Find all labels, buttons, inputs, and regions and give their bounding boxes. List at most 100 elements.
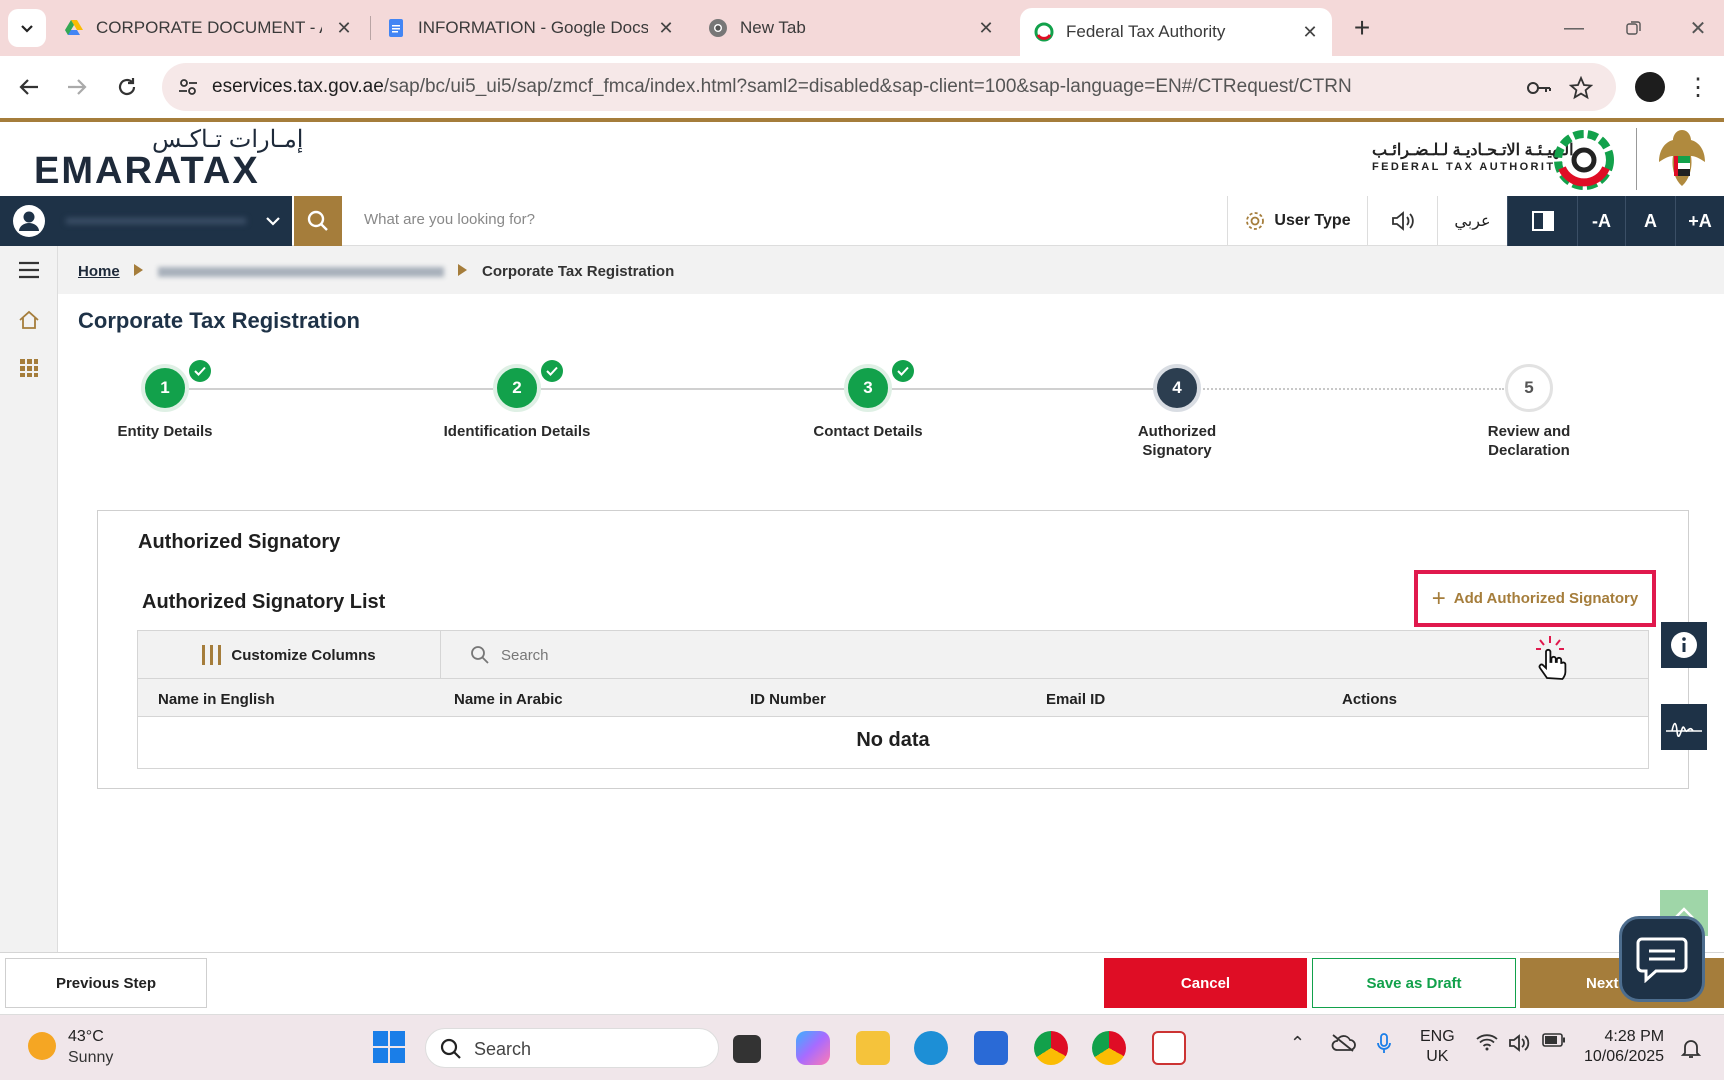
profile-avatar[interactable]	[1635, 72, 1665, 102]
tab-federal-tax-authority[interactable]: Federal Tax Authority ✕	[1020, 8, 1332, 56]
arabic-language-button[interactable]: عربي	[1437, 196, 1507, 246]
forward-button[interactable]	[60, 70, 94, 104]
rail-home-button[interactable]	[0, 298, 58, 342]
tab-new-tab[interactable]: New Tab ✕	[708, 10, 998, 46]
notification-bell-icon[interactable]	[1680, 1037, 1702, 1059]
close-tab-icon[interactable]: ✕	[332, 16, 356, 40]
step-number: 4	[1153, 364, 1201, 412]
chevron-down-icon	[21, 25, 33, 33]
breadcrumb: Home Corporate Tax Registration	[58, 246, 1724, 294]
cloud-offline-icon[interactable]	[1330, 1033, 1356, 1053]
font-decrease-button[interactable]: -A	[1577, 196, 1625, 246]
page-title: Corporate Tax Registration	[78, 308, 360, 333]
tab-search-button[interactable]	[8, 9, 46, 47]
site-search-button[interactable]	[294, 196, 342, 246]
chat-bubble-icon	[1636, 937, 1688, 983]
contrast-icon	[1531, 211, 1554, 231]
contrast-toggle[interactable]	[1507, 196, 1577, 246]
snipping-tool-icon[interactable]	[1152, 1031, 1186, 1065]
step-review-declaration[interactable]: 5 Review and Declaration	[1471, 364, 1587, 460]
info-side-button[interactable]	[1661, 622, 1707, 668]
step-label: Review and Declaration	[1487, 423, 1571, 459]
file-explorer-icon[interactable]	[856, 1031, 890, 1065]
site-search-input[interactable]: What are you looking for?	[364, 211, 535, 228]
task-view-icon[interactable]	[733, 1035, 761, 1063]
microphone-icon[interactable]	[1376, 1033, 1392, 1055]
reload-icon	[118, 78, 136, 96]
windows-start-icon[interactable]	[373, 1031, 405, 1063]
registration-stepper: 1 Entity Details 2 Identification Detail…	[58, 356, 1724, 476]
input-language-indicator[interactable]: ENG UK	[1420, 1027, 1455, 1067]
user-type-button[interactable]: User Type	[1227, 196, 1367, 246]
step-label: Authorized Signatory	[1137, 423, 1217, 459]
weather-temperature[interactable]: 43°C	[68, 1028, 104, 1046]
new-tab-button[interactable]: +	[1346, 12, 1378, 44]
show-hidden-icons-icon[interactable]: ⌃	[1290, 1033, 1305, 1054]
breadcrumb-separator-icon	[134, 264, 143, 276]
weather-condition[interactable]: Sunny	[68, 1049, 113, 1067]
hamburger-menu-button[interactable]	[0, 248, 58, 292]
previous-step-button[interactable]: Previous Step	[5, 958, 207, 1008]
back-button[interactable]	[12, 70, 46, 104]
step-authorized-signatory[interactable]: 4 Authorized Signatory	[1119, 364, 1235, 460]
reload-button[interactable]	[110, 70, 144, 104]
browser-menu-icon[interactable]: ⋮	[1686, 72, 1710, 102]
table-search-input[interactable]: Search	[501, 647, 549, 664]
left-rail	[0, 246, 58, 952]
info-icon	[1671, 632, 1697, 658]
system-clock[interactable]: 4:28 PM 10/06/2025	[1584, 1027, 1664, 1067]
edge-browser-icon[interactable]	[914, 1031, 948, 1065]
column-header[interactable]: Email ID	[1046, 691, 1105, 708]
wifi-icon[interactable]	[1476, 1033, 1498, 1051]
search-icon	[440, 1038, 461, 1059]
tab-corporate-document[interactable]: CORPORATE DOCUMENT - Acc ✕	[64, 10, 356, 46]
battery-icon[interactable]	[1542, 1033, 1566, 1047]
taskbar-search[interactable]: Search	[425, 1028, 719, 1068]
cancel-button[interactable]: Cancel	[1104, 958, 1307, 1008]
microsoft-store-icon[interactable]	[974, 1031, 1008, 1065]
authorized-signatory-panel: Authorized Signatory Authorized Signator…	[97, 510, 1689, 789]
signature-side-button[interactable]	[1661, 704, 1707, 750]
chrome-app-icon[interactable]	[1034, 1031, 1068, 1065]
address-bar[interactable]: eservices.tax.gov.ae/sap/bc/ui5_ui5/sap/…	[162, 63, 1616, 111]
step-contact-details[interactable]: 3 Contact Details	[768, 360, 968, 441]
close-tab-icon[interactable]: ✕	[974, 16, 998, 40]
user-menu[interactable]	[0, 196, 292, 246]
text-to-speech-button[interactable]	[1367, 196, 1437, 246]
table-header-row: Name in English Name in Arabic ID Number…	[138, 679, 1648, 717]
add-authorized-signatory-button[interactable]: + Add Authorized Signatory	[1414, 570, 1656, 627]
bookmark-star-icon[interactable]	[1568, 75, 1594, 101]
restore-button[interactable]	[1618, 12, 1650, 44]
volume-icon[interactable]	[1508, 1033, 1530, 1053]
font-reset-button[interactable]: A	[1625, 196, 1675, 246]
close-window-button[interactable]: ✕	[1682, 12, 1714, 44]
close-tab-icon[interactable]: ✕	[654, 16, 678, 40]
font-increase-button[interactable]: +A	[1675, 196, 1724, 246]
column-header[interactable]: Name in English	[158, 691, 275, 708]
rail-apps-button[interactable]	[0, 346, 58, 390]
site-info-icon[interactable]	[176, 75, 200, 99]
stepper-progress-line	[165, 388, 1152, 390]
step-number: 3	[844, 364, 892, 412]
save-as-draft-button[interactable]: Save as Draft	[1312, 958, 1516, 1008]
column-header[interactable]: Name in Arabic	[454, 691, 563, 708]
step-identification-details[interactable]: 2 Identification Details	[417, 360, 617, 441]
close-tab-icon[interactable]: ✕	[1298, 20, 1322, 44]
arrow-right-icon	[68, 79, 87, 95]
chrome-app-icon[interactable]	[1092, 1031, 1126, 1065]
minimize-button[interactable]: —	[1558, 12, 1590, 44]
user-avatar-icon	[13, 205, 45, 237]
emaratax-logo[interactable]: EMARATAX	[34, 150, 260, 193]
password-key-icon[interactable]	[1526, 75, 1552, 101]
empty-state-text: No data	[856, 729, 930, 751]
user-type-label: User Type	[1274, 212, 1351, 229]
tab-information-docs[interactable]: INFORMATION - Google Docs ✕	[386, 10, 678, 46]
column-header[interactable]: ID Number	[750, 691, 826, 708]
chat-support-button[interactable]	[1619, 916, 1705, 1002]
redacted-company-link[interactable]	[158, 267, 444, 277]
fta-favicon-icon	[1034, 22, 1054, 42]
breadcrumb-home-link[interactable]: Home	[78, 263, 120, 280]
copilot-icon[interactable]	[796, 1031, 830, 1065]
step-entity-details[interactable]: 1 Entity Details	[65, 360, 265, 441]
customize-columns-button[interactable]: Customize Columns	[138, 631, 441, 679]
